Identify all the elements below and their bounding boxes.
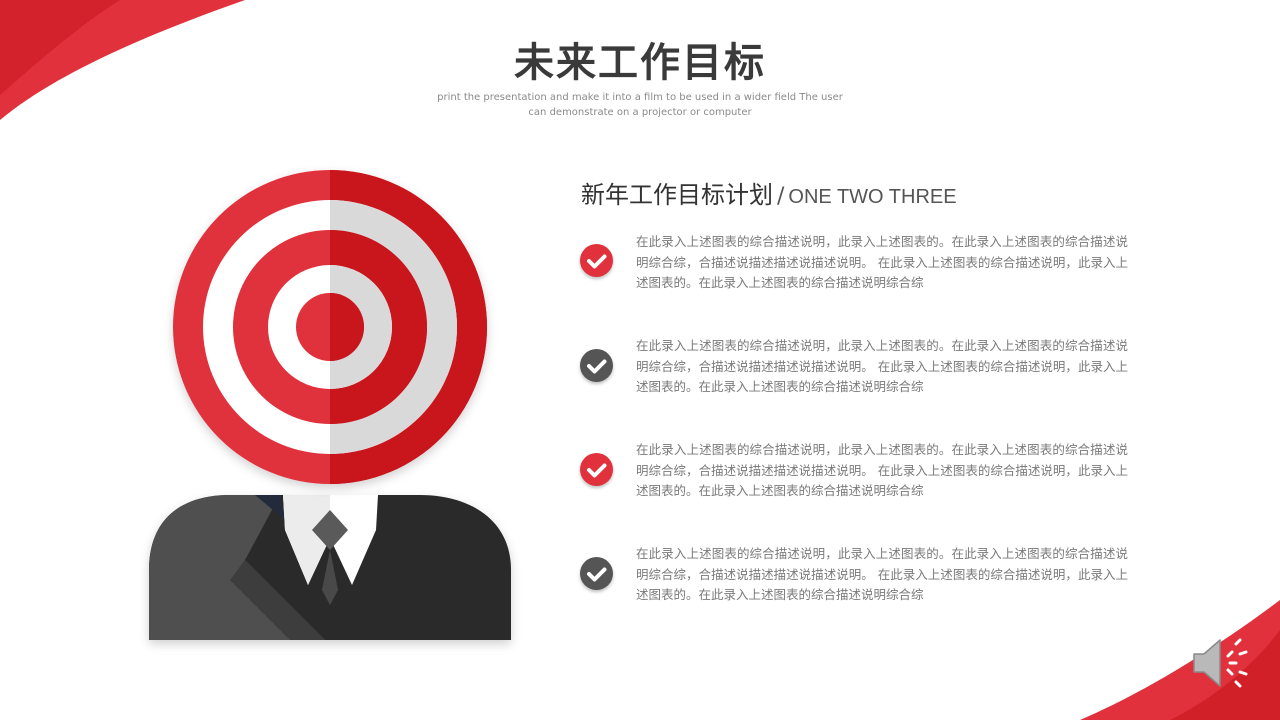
section-heading-cn: 新年工作目标计划 xyxy=(581,181,773,209)
section-heading-separator: / xyxy=(777,184,785,209)
target-head-icon xyxy=(149,170,511,640)
suit-body xyxy=(149,495,511,640)
check-icon xyxy=(580,453,613,486)
section-heading: 新年工作目标计划 / ONE TWO THREE xyxy=(581,175,957,210)
check-icon xyxy=(580,557,613,590)
check-icon xyxy=(580,244,613,277)
section-heading-en: ONE TWO THREE xyxy=(788,186,957,208)
list-item-text: 在此录入上述图表的综合描述说明，此录入上述图表的。在此录入上述图表的综合描述说明… xyxy=(636,442,1128,498)
list-item-text: 在此录入上述图表的综合描述说明，此录入上述图表的。在此录入上述图表的综合描述说明… xyxy=(636,338,1128,394)
speaker-icon[interactable] xyxy=(1190,632,1256,694)
list-item-text: 在此录入上述图表的综合描述说明，此录入上述图表的。在此录入上述图表的综合描述说明… xyxy=(636,234,1128,290)
list-item-text: 在此录入上述图表的综合描述说明，此录入上述图表的。在此录入上述图表的综合描述说明… xyxy=(636,546,1128,602)
page-subtitle: print the presentation and make it into … xyxy=(437,92,843,118)
target-head xyxy=(173,170,487,484)
check-icon xyxy=(580,349,613,382)
page-title: 未来工作目标 xyxy=(514,40,766,86)
